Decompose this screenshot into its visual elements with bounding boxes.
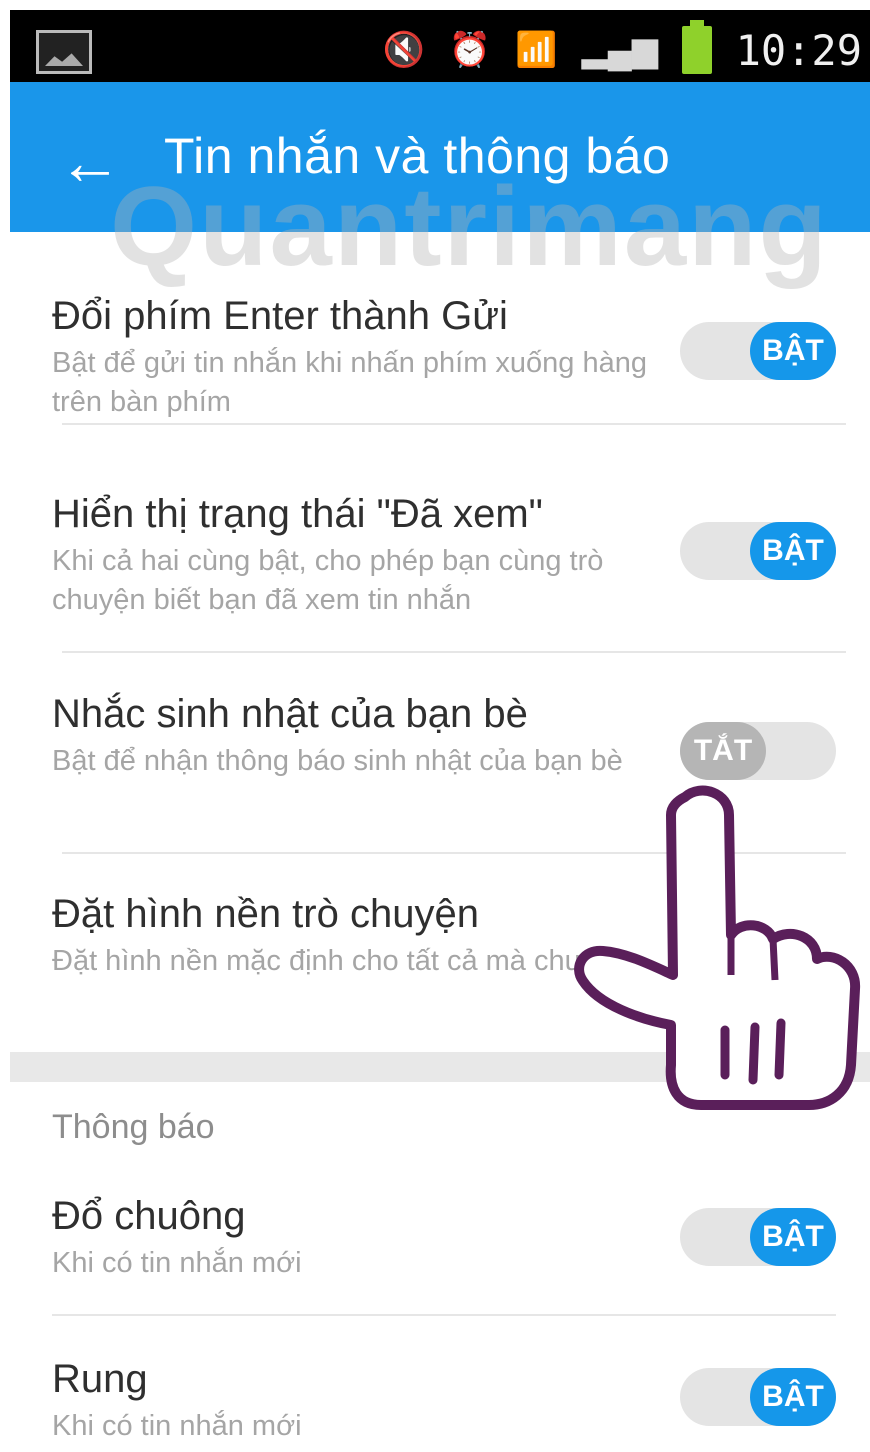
setting-title: Đặt hình nền trò chuyện — [52, 892, 479, 936]
divider — [52, 1314, 836, 1316]
vibrate-toggle[interactable]: BẬT — [680, 1368, 836, 1426]
wifi-icon: 📶 — [515, 31, 558, 69]
ringtone-toggle[interactable]: BẬT — [680, 1208, 836, 1266]
mute-icon: 🔇 — [382, 31, 425, 69]
status-bar: 🔇 ⏰ 📶 ▂▄▆ 10:29 — [10, 10, 870, 82]
alarm-icon: ⏰ — [448, 31, 492, 69]
toggle-knob: TẮT — [680, 722, 766, 780]
arrow-left-icon[interactable]: ← — [58, 130, 122, 194]
status-icons: 🔇 ⏰ 📶 ▂▄▆ — [382, 20, 712, 74]
section-header-notifications: Thông báo — [52, 1108, 215, 1146]
setting-description: Khi có tin nhắn mới — [52, 1247, 302, 1279]
setting-description: Đặt hình nền mặc định cho tất cả mà chuy… — [52, 945, 628, 977]
birthday-reminder-toggle[interactable]: TẮT — [680, 722, 836, 780]
app-bar: ← Tin nhắn và thông báo — [10, 82, 870, 232]
toggle-knob: BẬT — [750, 1208, 836, 1266]
setting-description: Khi cả hai cùng bật, cho phép bạn cùng t… — [52, 545, 604, 616]
toggle-knob: BẬT — [750, 322, 836, 380]
setting-description: Khi có tin nhắn mới — [52, 1410, 302, 1442]
divider — [62, 423, 846, 425]
battery-icon — [682, 20, 712, 74]
setting-chat-wallpaper[interactable]: Đặt hình nền trò chuyện Đặt hình nền mặc… — [52, 890, 842, 981]
divider — [62, 852, 846, 854]
toggle-knob: BẬT — [750, 1368, 836, 1426]
toggle-knob: BẬT — [750, 522, 836, 580]
section-divider — [10, 1052, 870, 1082]
status-time: 10:29 — [735, 26, 862, 75]
setting-description: Bật để gửi tin nhắn khi nhấn phím xuống … — [52, 347, 648, 418]
gallery-icon — [36, 30, 92, 74]
divider — [62, 651, 846, 653]
page-title: Tin nhắn và thông báo — [164, 128, 671, 184]
setting-description: Bật để nhận thông báo sinh nhật của bạn … — [52, 745, 623, 777]
signal-icon: ▂▄▆ — [581, 31, 658, 69]
seen-status-toggle[interactable]: BẬT — [680, 522, 836, 580]
enter-send-toggle[interactable]: BẬT — [680, 322, 836, 380]
